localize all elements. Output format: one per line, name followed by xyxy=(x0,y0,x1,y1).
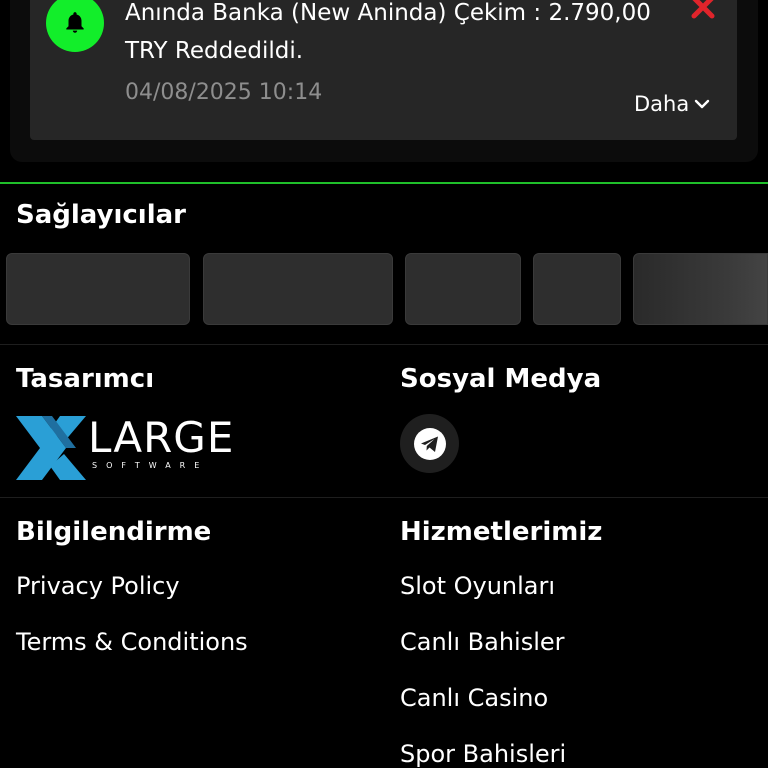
social-title: Sosyal Medya xyxy=(400,364,602,394)
provider-tile[interactable] xyxy=(203,253,393,325)
provider-tile[interactable] xyxy=(6,253,190,325)
notification-message: Anında Banka (New Aninda) Çekim : 2.790,… xyxy=(125,0,651,64)
logo-subtitle: SOFTWARE xyxy=(92,461,209,470)
sports-betting-link[interactable]: Spor Bahisleri xyxy=(400,740,566,768)
live-casino-link[interactable]: Canlı Casino xyxy=(400,684,548,712)
provider-tile[interactable] xyxy=(405,253,521,325)
logo-wordmark: LARGE xyxy=(88,413,235,462)
info-title: Bilgilendirme xyxy=(16,517,212,547)
privacy-policy-link[interactable]: Privacy Policy xyxy=(16,572,180,600)
section-divider xyxy=(0,344,768,345)
accent-divider xyxy=(0,182,768,184)
terms-conditions-link[interactable]: Terms & Conditions xyxy=(16,628,248,656)
notification-timestamp: 04/08/2025 10:14 xyxy=(125,80,323,105)
telegram-icon xyxy=(413,427,446,460)
designer-title: Tasarımcı xyxy=(16,364,155,394)
services-title: Hizmetlerimiz xyxy=(400,517,603,547)
live-betting-link[interactable]: Canlı Bahisler xyxy=(400,628,565,656)
close-icon[interactable] xyxy=(690,0,716,20)
provider-tile[interactable] xyxy=(633,253,768,325)
notification-more-button[interactable]: Daha xyxy=(634,92,711,116)
telegram-button[interactable] xyxy=(400,414,459,473)
xlarge-logo[interactable]: LARGE SOFTWARE xyxy=(16,414,256,484)
more-label: Daha xyxy=(634,92,690,116)
chevron-down-icon xyxy=(695,99,710,109)
section-divider xyxy=(0,497,768,498)
provider-tile[interactable] xyxy=(533,253,621,325)
providers-title: Sağlayıcılar xyxy=(16,200,187,230)
slot-games-link[interactable]: Slot Oyunları xyxy=(400,572,555,600)
